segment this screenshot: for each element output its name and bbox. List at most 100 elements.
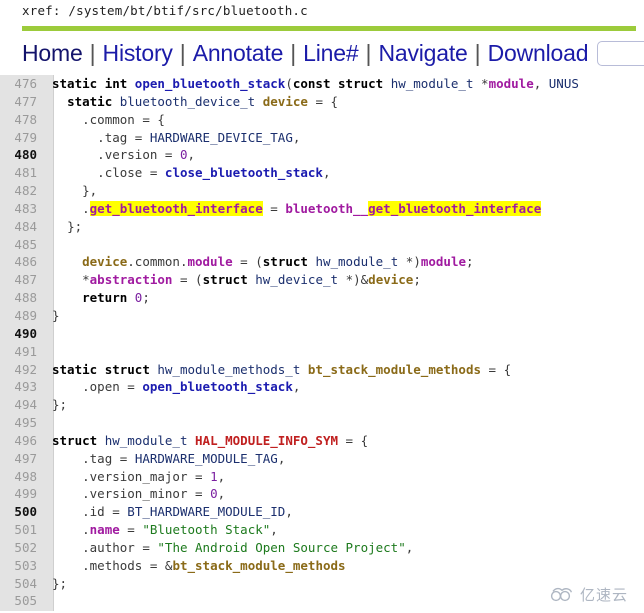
code-line: 484 }; — [0, 218, 644, 236]
nav-link-home[interactable]: Home — [22, 40, 83, 67]
code-line: 500 .id = BT_HARDWARE_MODULE_ID, — [0, 503, 644, 521]
code-text: .name = "Bluetooth Stack", — [82, 522, 278, 538]
code-line: 482 }, — [0, 182, 644, 200]
line-number[interactable]: 483 — [0, 200, 45, 218]
code-text: return 0; — [82, 290, 150, 306]
line-number[interactable]: 502 — [0, 539, 45, 557]
line-number[interactable]: 489 — [0, 307, 45, 325]
line-number[interactable]: 494 — [0, 396, 45, 414]
line-number[interactable]: 488 — [0, 289, 45, 307]
code-text: .version = 0, — [97, 147, 196, 163]
code-line-list: 476 static int open_bluetooth_stack(const… — [0, 75, 644, 610]
code-line: 504}; — [0, 575, 644, 593]
nav-separator: | — [474, 39, 481, 66]
code-text: .methods = &bt_stack_module_methods — [82, 557, 346, 573]
code-line: 499 .version_minor = 0, — [0, 485, 644, 503]
code-text: }; — [52, 575, 68, 591]
code-text: .version_minor = 0, — [82, 486, 226, 502]
code-line: 487 *abstraction = (struct hw_device_t *… — [0, 271, 644, 289]
code-line: 501 .name = "Bluetooth Stack", — [0, 521, 644, 539]
code-text: static int open_bluetooth_stack(const st… — [52, 76, 579, 91]
code-text: }; — [52, 397, 68, 413]
search-input[interactable] — [597, 40, 644, 66]
code-text: device.common.module = (struct hw_module… — [82, 254, 474, 270]
line-number[interactable]: 503 — [0, 557, 45, 575]
code-line: 478 .common = { — [0, 111, 644, 129]
line-number[interactable]: 478 — [0, 111, 45, 129]
code-text: }; — [67, 218, 83, 234]
xref-file-path[interactable]: /system/bt/btif/src/bluetooth.c — [68, 3, 308, 18]
code-line: 490 — [0, 325, 644, 343]
line-number[interactable]: 481 — [0, 164, 45, 182]
code-text: .tag = HARDWARE_DEVICE_TAG, — [97, 129, 301, 145]
code-line: 492 static struct hw_module_methods_t bt_… — [0, 361, 644, 379]
code-text: .author = "The Android Open Source Proje… — [82, 539, 414, 555]
nav-separator: | — [365, 39, 372, 66]
code-text: .common = { — [82, 111, 165, 127]
line-number[interactable]: 492 — [0, 361, 45, 379]
code-text: *abstraction = (struct hw_device_t *)&de… — [82, 272, 421, 288]
code-text: } — [52, 307, 60, 323]
line-number[interactable]: 498 — [0, 468, 45, 486]
code-text: static struct hw_module_methods_t bt_sta… — [52, 361, 512, 377]
code-text: .close = close_bluetooth_stack, — [97, 165, 331, 181]
code-line: 503 .methods = &bt_stack_module_methods — [0, 557, 644, 575]
code-line: 493 .open = open_bluetooth_stack, — [0, 378, 644, 396]
line-number[interactable]: 482 — [0, 182, 45, 200]
line-number[interactable]: 504 — [0, 575, 45, 593]
line-number[interactable]: 497 — [0, 450, 45, 468]
line-number[interactable]: 490 — [0, 325, 45, 343]
code-line: 479 .tag = HARDWARE_DEVICE_TAG, — [0, 129, 644, 147]
code-line: 480 .version = 0, — [0, 146, 644, 164]
code-text: .get_bluetooth_interface = bluetooth__ge… — [82, 200, 542, 216]
code-text: static bluetooth_device_t device = { — [67, 93, 339, 109]
line-number[interactable]: 486 — [0, 253, 45, 271]
xref-breadcrumb: xref: /system/bt/btif/src/bluetooth.c — [0, 0, 644, 26]
line-number[interactable]: 477 — [0, 93, 45, 111]
code-line: 505 — [0, 592, 644, 610]
code-line: 477 static bluetooth_device_t device = { — [0, 93, 644, 111]
nav-separator: | — [89, 39, 96, 66]
nav-link-navigate[interactable]: Navigate — [378, 40, 467, 67]
nav-link-annotate[interactable]: Annotate — [193, 40, 284, 67]
line-number[interactable]: 499 — [0, 485, 45, 503]
code-line: 496 struct hw_module_t HAL_MODULE_INFO_SY… — [0, 432, 644, 450]
nav-separator: | — [290, 39, 297, 66]
code-line: 486 device.common.module = (struct hw_mo… — [0, 253, 644, 271]
code-line: 495 — [0, 414, 644, 432]
line-number[interactable]: 479 — [0, 129, 45, 147]
line-number[interactable]: 491 — [0, 343, 45, 361]
line-number[interactable]: 496 — [0, 432, 45, 450]
nav-separator: | — [179, 39, 186, 66]
code-line: 476 static int open_bluetooth_stack(const… — [0, 75, 644, 93]
code-line: 494}; — [0, 396, 644, 414]
nav-link-download[interactable]: Download — [488, 40, 589, 67]
line-number[interactable]: 476 — [0, 75, 45, 93]
code-line: 491 — [0, 343, 644, 361]
line-number[interactable]: 480 — [0, 146, 45, 164]
source-code-viewer[interactable]: 476 static int open_bluetooth_stack(const… — [0, 75, 644, 611]
code-text: }, — [82, 183, 98, 199]
code-line: 483 .get_bluetooth_interface = bluetooth… — [0, 200, 644, 218]
line-number[interactable]: 500 — [0, 503, 45, 521]
line-number[interactable]: 505 — [0, 592, 45, 610]
code-line: 489} — [0, 307, 644, 325]
line-number[interactable]: 501 — [0, 521, 45, 539]
line-number[interactable]: 495 — [0, 414, 45, 432]
code-text: .open = open_bluetooth_stack, — [82, 379, 301, 395]
nav-link-linenumber[interactable]: Line# — [303, 40, 358, 67]
code-text: struct hw_module_t HAL_MODULE_INFO_SYM =… — [52, 432, 369, 448]
code-text: .tag = HARDWARE_MODULE_TAG, — [82, 450, 286, 466]
code-line: 498 .version_major = 1, — [0, 468, 644, 486]
code-line: 502 .author = "The Android Open Source P… — [0, 539, 644, 557]
line-number[interactable]: 485 — [0, 236, 45, 254]
line-number[interactable]: 484 — [0, 218, 45, 236]
nav-link-history[interactable]: History — [103, 40, 173, 67]
code-text: .id = BT_HARDWARE_MODULE_ID, — [82, 504, 293, 520]
code-line: 485 — [0, 236, 644, 254]
line-number[interactable]: 493 — [0, 378, 45, 396]
code-text: .version_major = 1, — [82, 468, 226, 484]
xref-label: xref: — [22, 3, 61, 18]
line-number[interactable]: 487 — [0, 271, 45, 289]
code-line: 488 return 0; — [0, 289, 644, 307]
